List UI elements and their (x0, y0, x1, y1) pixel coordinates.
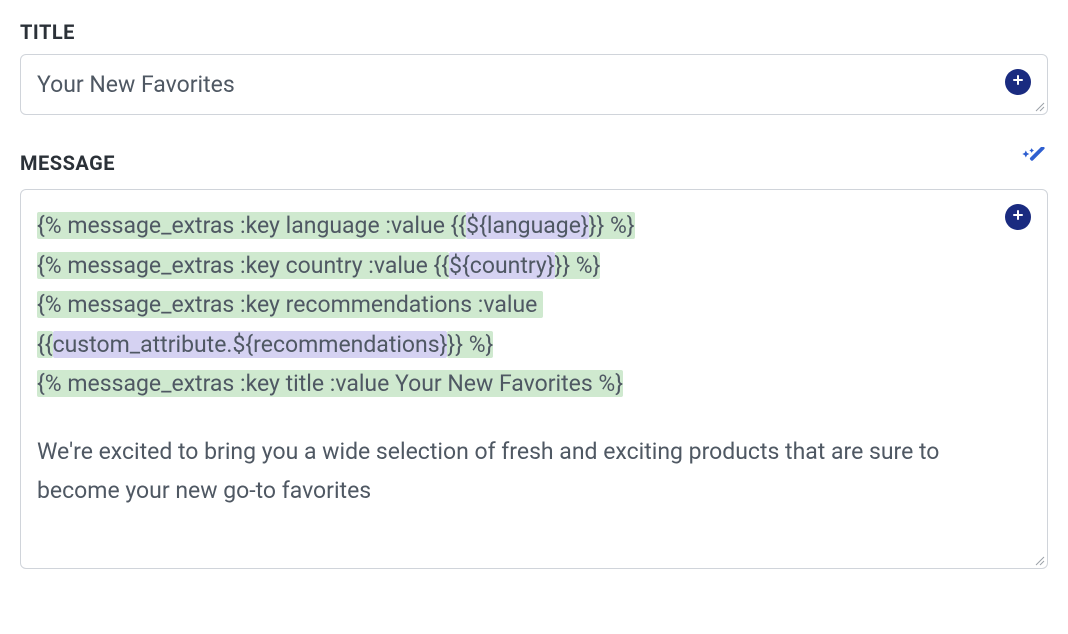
magic-wand-button[interactable] (1020, 147, 1048, 179)
liquid-tag-span: {{ (37, 331, 53, 358)
variable-span: ${country} (449, 252, 554, 279)
message-body-text: We're excited to bring you a wide select… (37, 432, 995, 511)
liquid-tag-span: }} %} (555, 252, 601, 279)
liquid-tag-span: {% message_extras :key country :value {{ (37, 252, 449, 279)
plus-circle-icon (1010, 207, 1026, 227)
title-label-row: TITLE (20, 20, 1048, 44)
message-label: MESSAGE (20, 151, 115, 175)
message-line: {{custom_attribute.${recommendations}}} … (37, 325, 995, 365)
message-line: {% message_extras :key language :value {… (37, 206, 995, 246)
magic-wand-icon (1020, 147, 1048, 179)
title-value: Your New Favorites (37, 69, 995, 100)
title-add-button[interactable] (1005, 69, 1031, 95)
message-add-button[interactable] (1005, 204, 1031, 230)
message-code-lines: {% message_extras :key language :value {… (37, 206, 995, 404)
plus-circle-icon (1010, 72, 1026, 92)
message-resize-handle[interactable] (1033, 554, 1045, 566)
liquid-tag-span: {% message_extras :key language :value {… (37, 212, 466, 239)
title-label: TITLE (20, 20, 75, 44)
message-section: MESSAGE {% message_extras :key language … (20, 147, 1048, 569)
liquid-tag-span: }} %} (589, 212, 635, 239)
message-line: {% message_extras :key recommendations :… (37, 285, 995, 325)
variable-span: ${language} (466, 212, 589, 239)
title-section: TITLE Your New Favorites (20, 20, 1048, 115)
liquid-tag-span: {% message_extras :key recommendations :… (37, 291, 543, 318)
title-resize-handle[interactable] (1033, 100, 1045, 112)
title-input[interactable]: Your New Favorites (20, 54, 1048, 115)
message-label-row: MESSAGE (20, 147, 1048, 179)
liquid-tag-span: }} %} (447, 331, 493, 358)
message-line: {% message_extras :key country :value {{… (37, 246, 995, 286)
variable-span: custom_attribute.${recommendations} (53, 331, 448, 358)
resize-handle-icon (1033, 100, 1045, 112)
liquid-tag-span: {% message_extras :key title :value Your… (37, 370, 623, 397)
resize-handle-icon (1033, 554, 1045, 566)
message-input[interactable]: {% message_extras :key language :value {… (20, 189, 1048, 569)
message-line: {% message_extras :key title :value Your… (37, 364, 995, 404)
